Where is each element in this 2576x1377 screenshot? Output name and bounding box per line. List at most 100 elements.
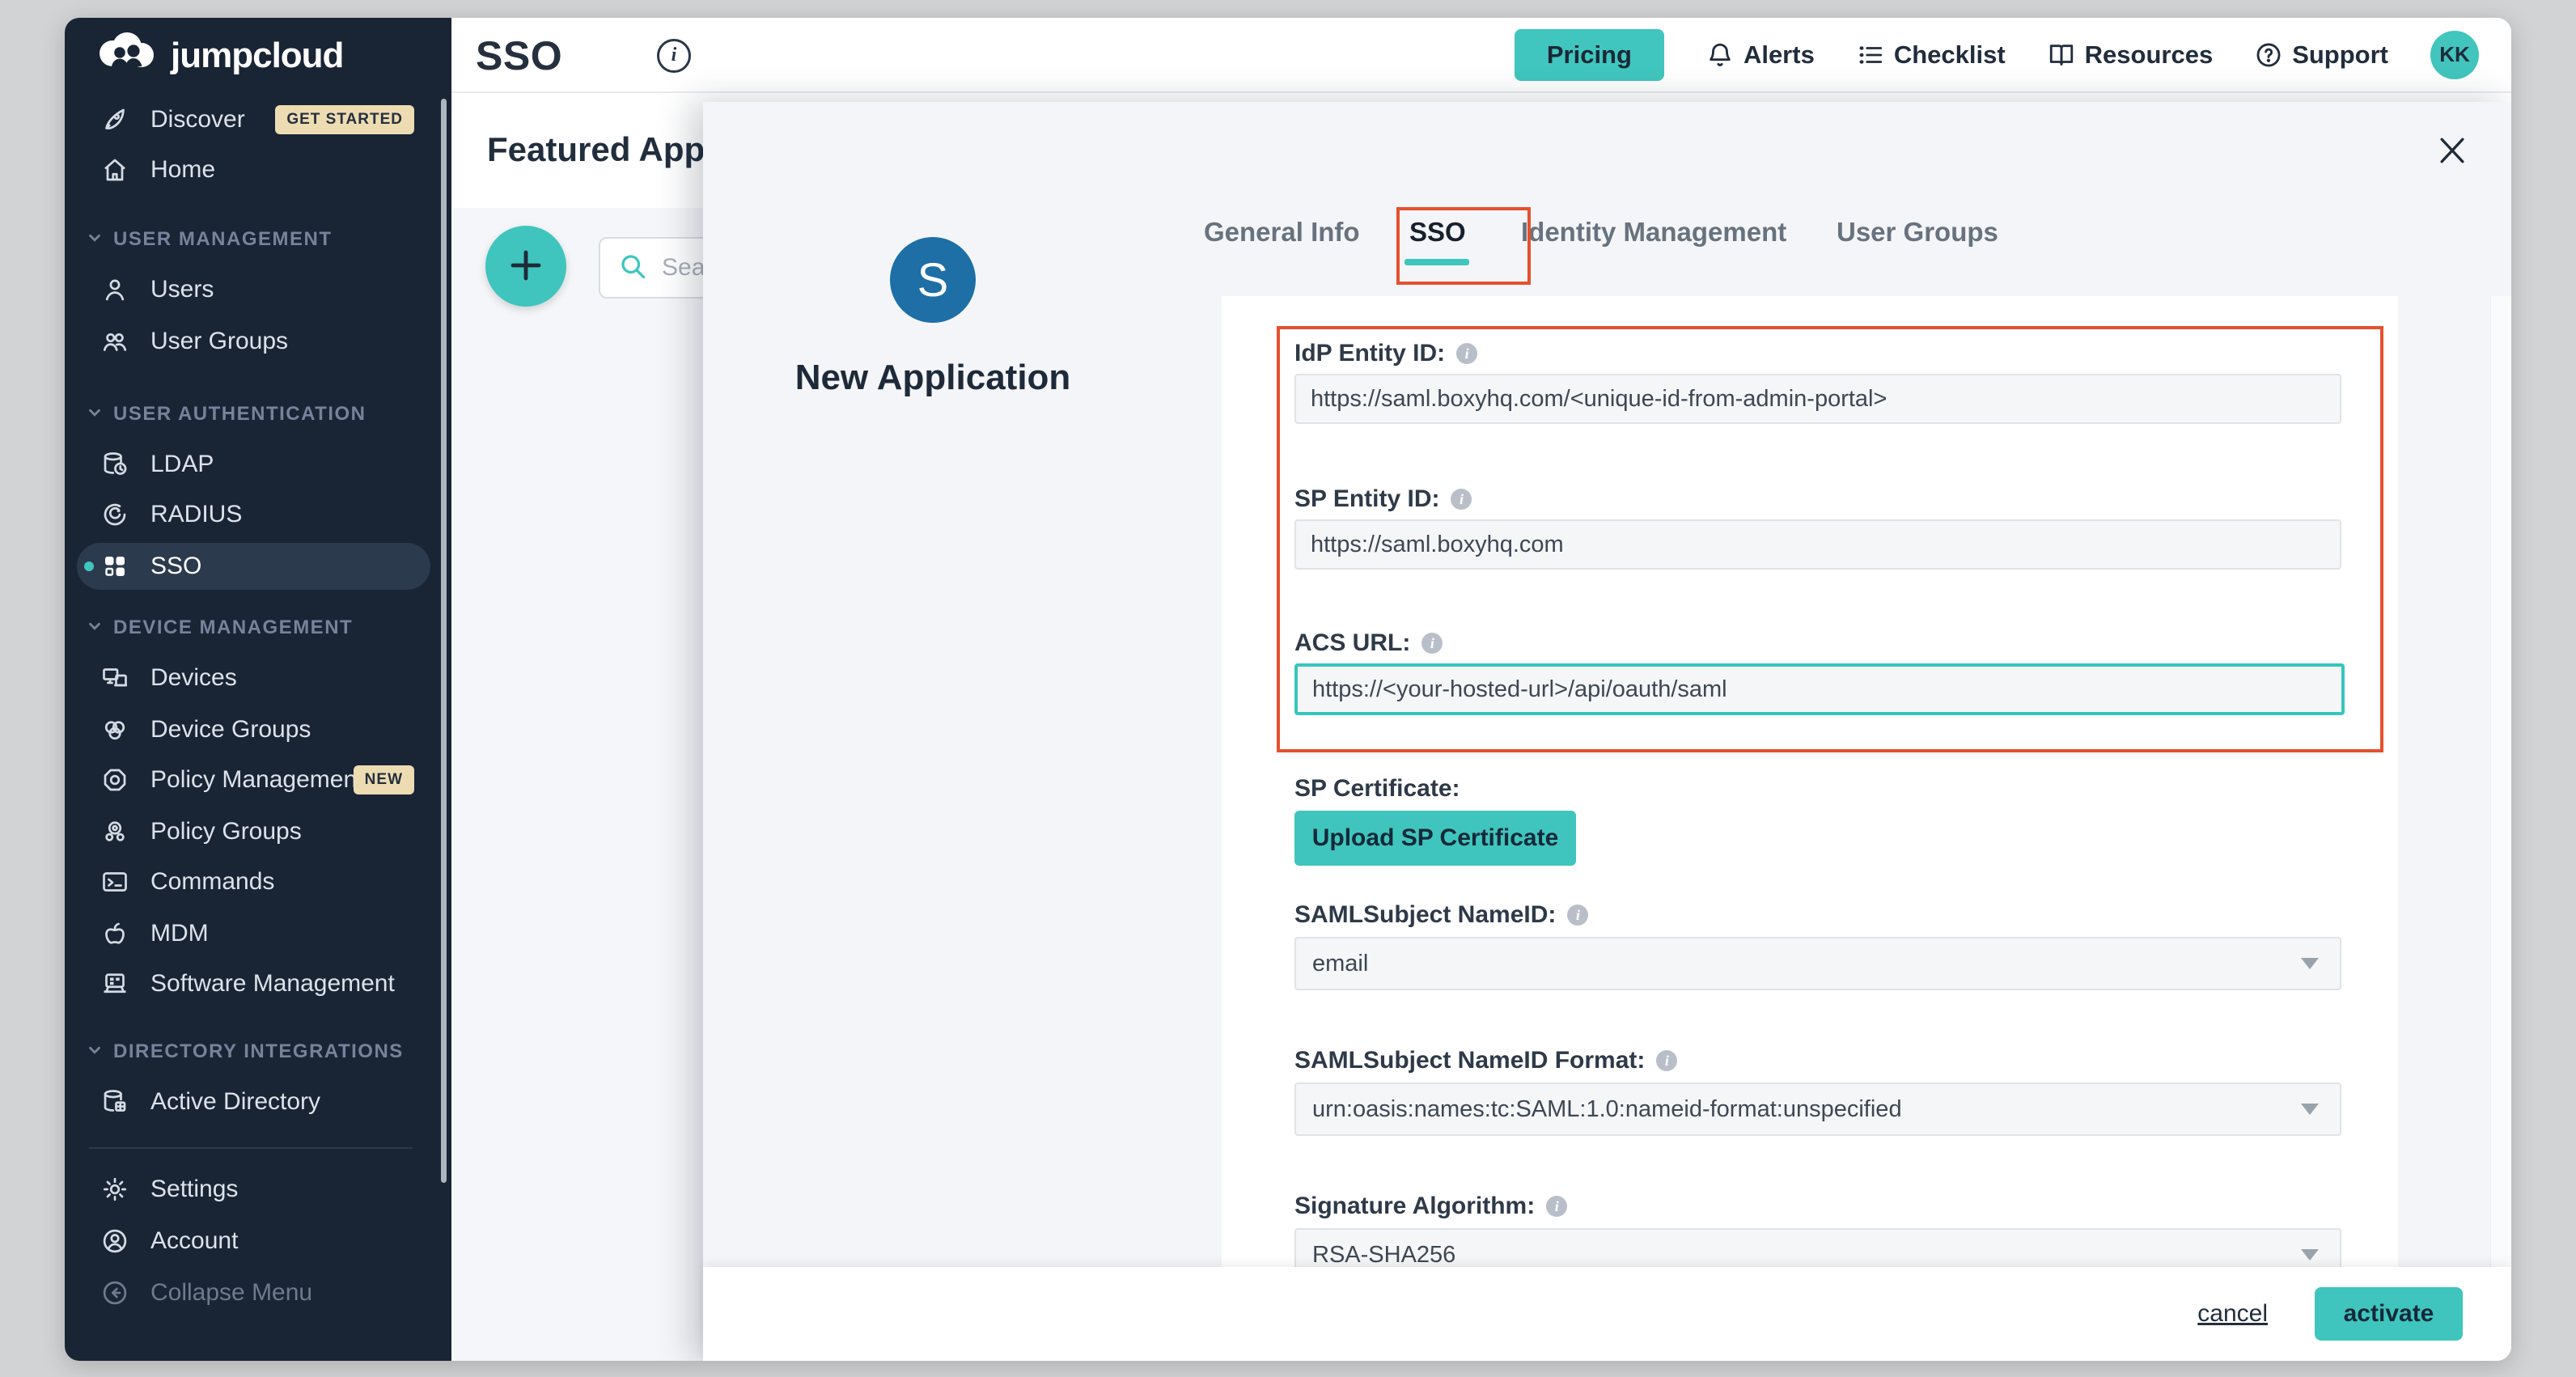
new-badge: NEW [354,765,414,794]
idp-entity-id-input[interactable] [1294,374,2341,424]
sidebar-item-user-groups[interactable]: User Groups [65,319,451,364]
info-icon[interactable]: i [1456,343,1477,364]
terminal-icon [100,867,129,896]
chevron-down-icon [86,229,104,251]
activate-button[interactable]: activate [2315,1287,2463,1341]
sidebar-section-directory-integrations[interactable]: DIRECTORY INTEGRATIONS [65,1034,451,1070]
home-icon [100,155,129,184]
sso-form-panel: IdP Entity ID: i SP Entity ID: i ACS URL… [1222,296,2398,1270]
cancel-button[interactable]: cancel [2197,1300,2268,1328]
sidebar-section-user-authentication[interactable]: USER AUTHENTICATION [65,396,451,432]
section-title: USER AUTHENTICATION [113,403,366,426]
sidebar-item-account[interactable]: Account [65,1218,451,1264]
sidebar-item-home[interactable]: Home [65,147,451,193]
tab-sso[interactable]: SSO [1409,217,1466,252]
checklist-icon [1857,41,1884,69]
sidebar-item-settings[interactable]: Settings [65,1167,451,1212]
sidebar-item-software-management[interactable]: Software Management [65,961,451,1006]
saml-subject-nameid-format-select[interactable]: urn:oasis:names:tc:SAML:1.0:nameid-forma… [1294,1083,2341,1136]
sp-certificate-label-text: SP Certificate: [1294,775,1460,803]
application-name: New Application [771,358,1095,398]
sidebar-item-discover[interactable]: Discover GET STARTED [65,97,451,142]
nav-support[interactable]: Support [2255,40,2388,70]
info-icon[interactable]: i [1546,1196,1567,1217]
venn-icon [100,715,129,744]
selected-value: urn:oasis:names:tc:SAML:1.0:nameid-forma… [1312,1096,1902,1123]
tab-user-groups[interactable]: User Groups [1837,217,1998,252]
modal-scrollbar-track[interactable] [2490,296,2511,1270]
sidebar-item-label: Software Management [150,970,395,998]
database-grid-icon [100,1087,129,1116]
chevron-down-icon [86,404,104,426]
sidebar-item-mdm[interactable]: MDM [65,911,451,956]
sidebar-item-commands[interactable]: Commands [65,859,451,905]
sidebar-item-label: Users [150,276,214,303]
sidebar-section-device-management[interactable]: DEVICE MANAGEMENT [65,610,451,646]
sidebar-item-label: Devices [150,664,237,692]
sp-entity-id-label-text: SP Entity ID: [1294,485,1439,513]
info-icon[interactable]: i [1451,489,1472,510]
jumpcloud-logo[interactable]: jumpcloud [91,31,343,80]
sidebar-item-label: Discover [150,106,245,133]
close-icon[interactable] [2434,133,2470,168]
selected-value: email [1312,951,1368,977]
nav-checklist[interactable]: Checklist [1857,40,2006,70]
gear-icon [100,1175,129,1204]
selected-value: RSA-SHA256 [1312,1242,1455,1269]
sidebar-item-label: Settings [150,1176,238,1203]
info-icon[interactable]: i [1421,633,1443,654]
screenshot-canvas: SSO i Pricing Alerts Checklist Resources [0,0,2576,1377]
nav-support-label: Support [2292,40,2388,70]
sidebar-item-users[interactable]: Users [65,267,451,312]
sidebar-item-policy-groups[interactable]: Policy Groups [65,809,451,854]
sidebar-item-label: SSO [150,553,201,580]
sidebar-item-radius[interactable]: RADIUS [65,492,451,537]
signature-algorithm-label-text: Signature Algorithm: [1294,1193,1535,1220]
sidebar-item-label: LDAP [150,451,214,478]
sidebar-scrollbar[interactable] [441,99,447,1183]
idp-entity-id-label-text: IdP Entity ID: [1294,340,1445,367]
sidebar-item-collapse-menu[interactable]: Collapse Menu [65,1270,451,1316]
saml-subject-nameid-format-label-text: SAMLSubject NameID Format: [1294,1047,1645,1074]
nav-checklist-label: Checklist [1894,40,2006,70]
sidebar-item-active-directory[interactable]: Active Directory [65,1079,451,1125]
nav-resources[interactable]: Resources [2048,40,2214,70]
signature-algorithm-label: Signature Algorithm: i [1294,1193,1567,1220]
logo-text: jumpcloud [171,36,343,76]
info-icon[interactable]: i [1656,1050,1677,1071]
sidebar-item-label: Active Directory [150,1088,320,1116]
saml-subject-nameid-label-text: SAMLSubject NameID: [1294,901,1556,929]
tab-general-info[interactable]: General Info [1204,217,1360,252]
sidebar-item-ldap[interactable]: LDAP [65,442,451,487]
info-icon[interactable]: i [1567,905,1588,926]
nav-resources-label: Resources [2085,40,2214,70]
sidebar-item-sso[interactable]: SSO [65,543,451,590]
info-icon[interactable]: i [657,39,691,73]
nav-alerts[interactable]: Alerts [1706,40,1815,70]
add-application-button[interactable] [485,226,566,307]
idp-entity-id-label: IdP Entity ID: i [1294,340,1477,367]
sidebar-item-devices[interactable]: Devices [65,655,451,701]
sp-entity-id-input[interactable] [1294,519,2341,570]
user-avatar[interactable]: KK [2430,31,2479,79]
section-title: USER MANAGEMENT [113,228,333,251]
plus-icon [506,246,545,287]
sp-entity-id-label: SP Entity ID: i [1294,485,1472,513]
user-circle-icon [100,1227,129,1256]
active-tab-underline [1405,259,1469,265]
application-avatar: S [890,237,976,323]
caret-down-icon [2301,1249,2319,1260]
sidebar-item-label: Device Groups [150,716,311,744]
upload-sp-certificate-button[interactable]: Upload SP Certificate [1294,811,1576,866]
sidebar-section-user-management[interactable]: USER MANAGEMENT [65,222,451,257]
sidebar-item-device-groups[interactable]: Device Groups [65,707,451,752]
saml-subject-nameid-select[interactable]: email [1294,937,2341,990]
sidebar-item-label: User Groups [150,328,288,355]
acs-url-input[interactable] [1294,663,2345,715]
cloud-logo-icon [91,31,163,80]
tab-identity-management[interactable]: Identity Management [1521,217,1786,252]
pricing-button[interactable]: Pricing [1515,29,1664,81]
nav-alerts-label: Alerts [1743,40,1815,70]
sidebar-item-policy-management[interactable]: Policy Management NEW [65,757,451,803]
radar-icon [100,500,129,529]
